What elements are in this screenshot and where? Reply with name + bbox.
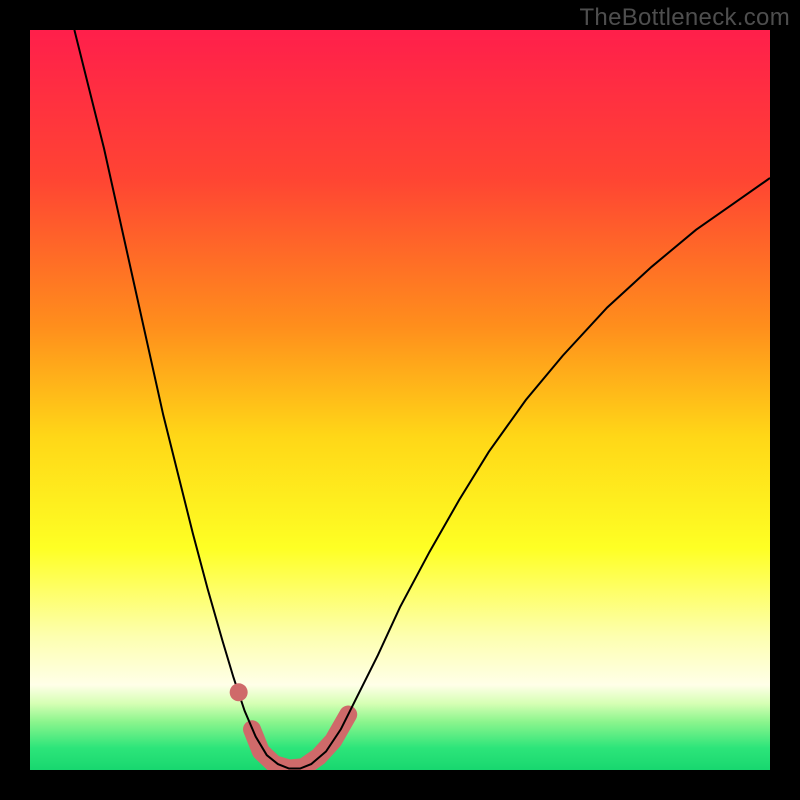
plot-area xyxy=(30,30,770,770)
chart-frame: TheBottleneck.com xyxy=(0,0,800,800)
marker-layer xyxy=(230,683,248,701)
marker-highlight-dot xyxy=(230,683,248,701)
chart-svg xyxy=(30,30,770,770)
gradient-background xyxy=(30,30,770,770)
watermark-label: TheBottleneck.com xyxy=(579,4,790,32)
